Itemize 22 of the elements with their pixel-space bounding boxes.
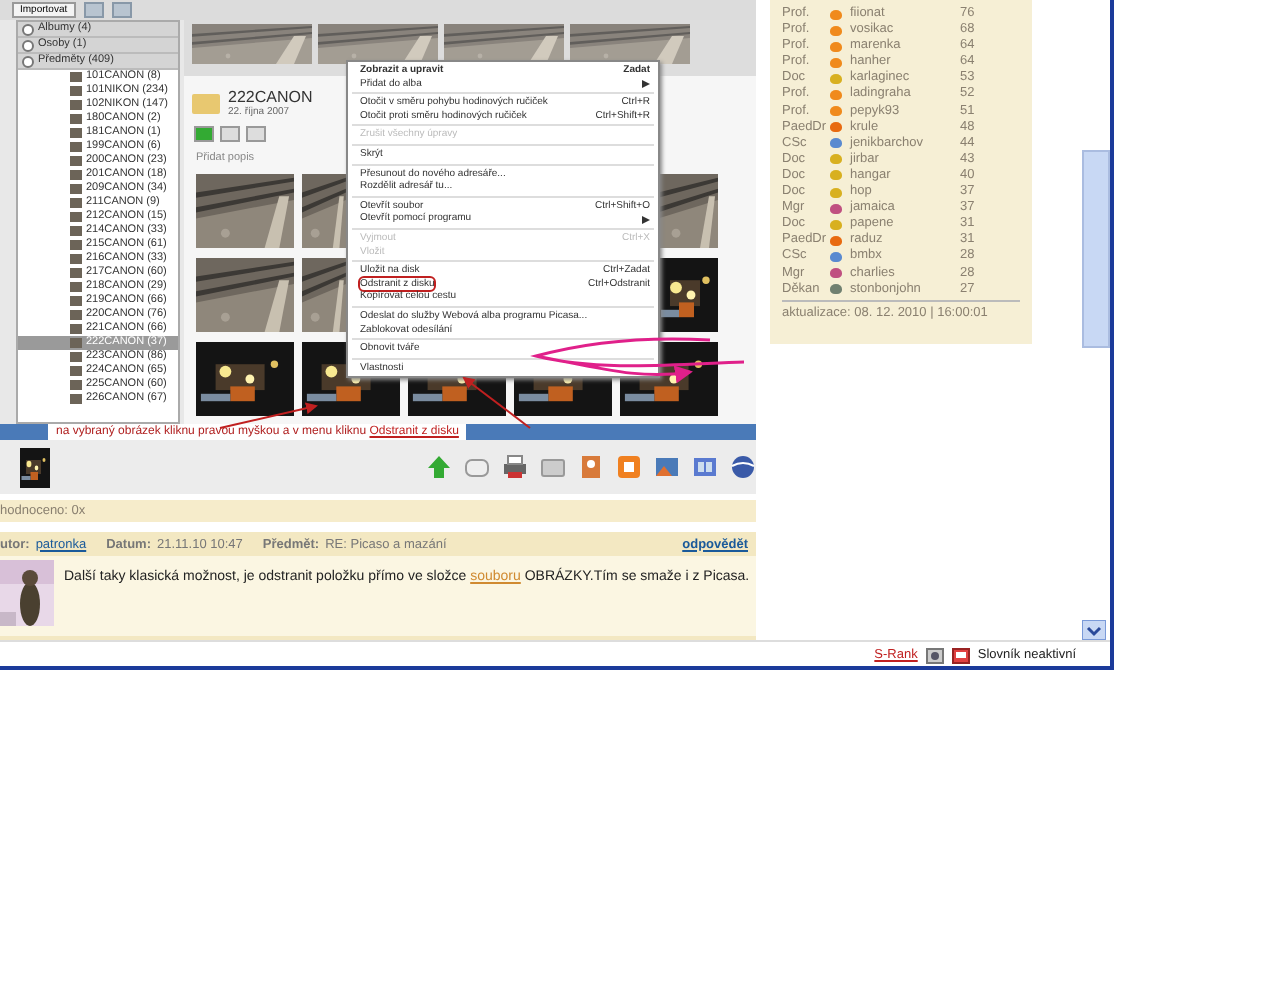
avatar [0,560,54,626]
toolbar-icon[interactable] [83,2,104,18]
submenu-arrow-icon [642,215,650,224]
scrollbar-thumb[interactable] [1082,150,1110,348]
scroll-down-icon[interactable] [1082,620,1106,640]
annotation-arrow [462,376,531,429]
folder-icon[interactable] [540,454,566,480]
film-icon[interactable] [692,454,718,480]
printer-icon[interactable] [502,454,528,480]
email-icon[interactable] [464,454,490,480]
toolbar-icon[interactable] [111,2,132,18]
book-icon [951,647,970,663]
folder-icon [192,93,220,113]
submenu-arrow-icon [642,79,650,88]
folder-title: 222CANON [228,88,313,106]
photo-icon[interactable] [654,454,680,480]
camera-icon [925,647,944,663]
annotation-arrow [219,402,318,429]
blog-icon[interactable] [616,454,642,480]
upload-icon[interactable] [426,454,452,480]
globe-icon[interactable] [730,454,756,480]
contact-icon[interactable] [578,454,604,480]
